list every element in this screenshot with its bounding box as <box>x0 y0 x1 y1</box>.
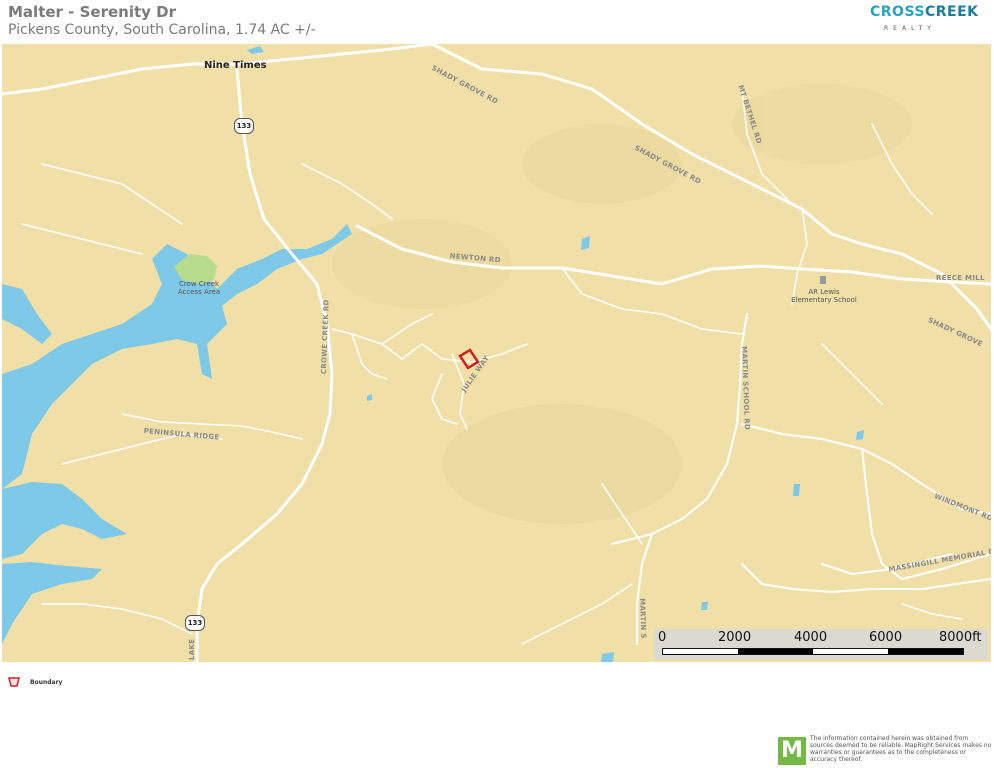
road-label-lake: LAKE <box>188 638 196 660</box>
scale-bar: 0 2000 4000 6000 8000ft <box>654 629 988 660</box>
mapright-logo: M <box>778 737 806 765</box>
road-label-reece-mill: REECE MILL <box>936 274 985 282</box>
brand-name: CROSSCREEK <box>870 4 979 20</box>
brand-logo: CROSSCREEK REALTY <box>870 4 980 38</box>
school-icon <box>820 276 826 284</box>
legend-label-boundary: Boundary <box>30 679 63 686</box>
map-header: Malter - Serenity Dr Pickens County, Sou… <box>0 0 994 44</box>
scale-bar-track <box>662 648 964 655</box>
road-label-martin-school-2: MARTIN S <box>638 598 648 639</box>
scale-label-2000: 2000 <box>718 630 752 645</box>
poi-school: AR Lewis Elementary School <box>791 288 857 304</box>
scale-label-8000ft: 8000ft <box>939 630 982 645</box>
poi-crow-creek: Crow Creek Access Area <box>177 280 221 296</box>
disclaimer-text: The information contained herein was obt… <box>810 735 992 763</box>
brand-tagline: REALTY <box>884 25 936 32</box>
boundary-swatch-icon <box>8 677 20 687</box>
place-nine-times: Nine Times <box>204 60 267 71</box>
highway-shield-bottom: 133 <box>185 615 205 631</box>
map-subtitle: Pickens County, South Carolina, 1.74 AC … <box>8 22 316 38</box>
map-graphics <box>2 44 991 662</box>
highway-shield-top: 133 <box>234 118 254 134</box>
lake <box>2 46 864 662</box>
terrain-shading <box>332 84 912 524</box>
scale-label-0: 0 <box>658 630 667 645</box>
brand-name-part1: CROSS <box>870 4 925 20</box>
scale-label-4000: 4000 <box>794 630 828 645</box>
scale-label-6000: 6000 <box>869 630 903 645</box>
brand-name-part2: CREEK <box>925 4 979 20</box>
map-title: Malter - Serenity Dr <box>8 3 176 21</box>
map-canvas[interactable]: Nine Times 133 133 SHADY GROVE RD SHADY … <box>2 44 991 662</box>
